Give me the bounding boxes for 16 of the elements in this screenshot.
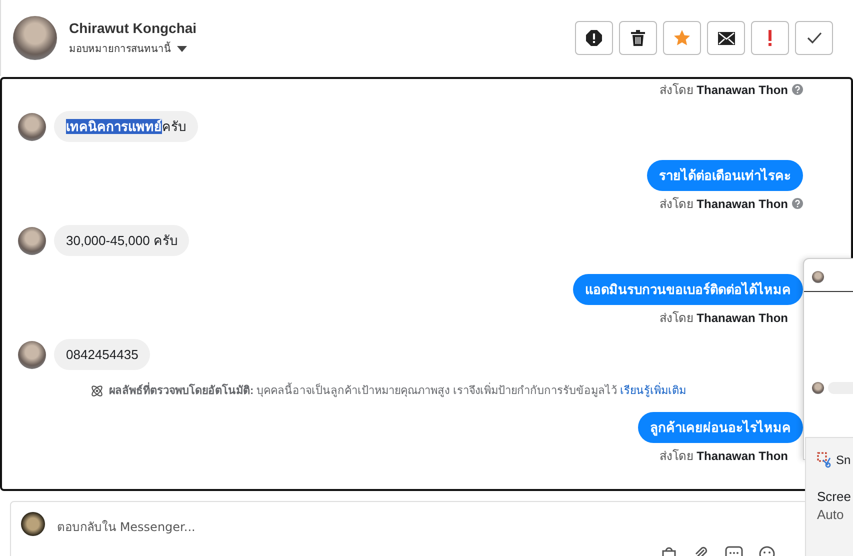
message-bubble: 0842454435	[54, 339, 150, 370]
message-bubble: เทคนิคการแพทย์ครับ	[54, 111, 198, 142]
app-name: Sn	[836, 453, 851, 467]
notification-body: Auto	[817, 506, 845, 524]
auto-detect-notice: ผลลัพธ์ที่ตรวจพบโดยอัตโนมัติ: บุคคลนี้อาจเป็นลูกค้าเป้าหมายคุณภาพสูง เราจึงเพิ่มป้ายกำกับการรับข้อมูลไว้ เรียนรู้เพิ่มเติม	[109, 384, 686, 398]
message-bubble: ลูกค้าเคยผ่อนอะไรไหมค	[638, 412, 803, 443]
message-bubble: แอดมินรบกวนขอเบอร์ติดต่อได้ไหมค	[573, 274, 803, 305]
message-bubble: รายได้ต่อเดือนเท่าไรคะ	[647, 160, 803, 191]
sent-by-label: ส่งโดย Thanawan Thon	[659, 310, 788, 326]
sent-by-label: ส่งโดย Thanawan Thon	[659, 448, 788, 464]
notification-title: Scree	[817, 488, 852, 506]
reply-placeholder: ตอบกลับใน Messenger...	[57, 519, 196, 536]
sent-by-label: ส่งโดย Thanawan Thon	[659, 196, 788, 212]
message-bubble: 30,000-45,000 ครับ	[54, 225, 190, 256]
sent-by-label: ส่งโดย Thanawan Thon	[659, 82, 788, 98]
contact-name: Chirawut Kongchai	[69, 20, 198, 36]
